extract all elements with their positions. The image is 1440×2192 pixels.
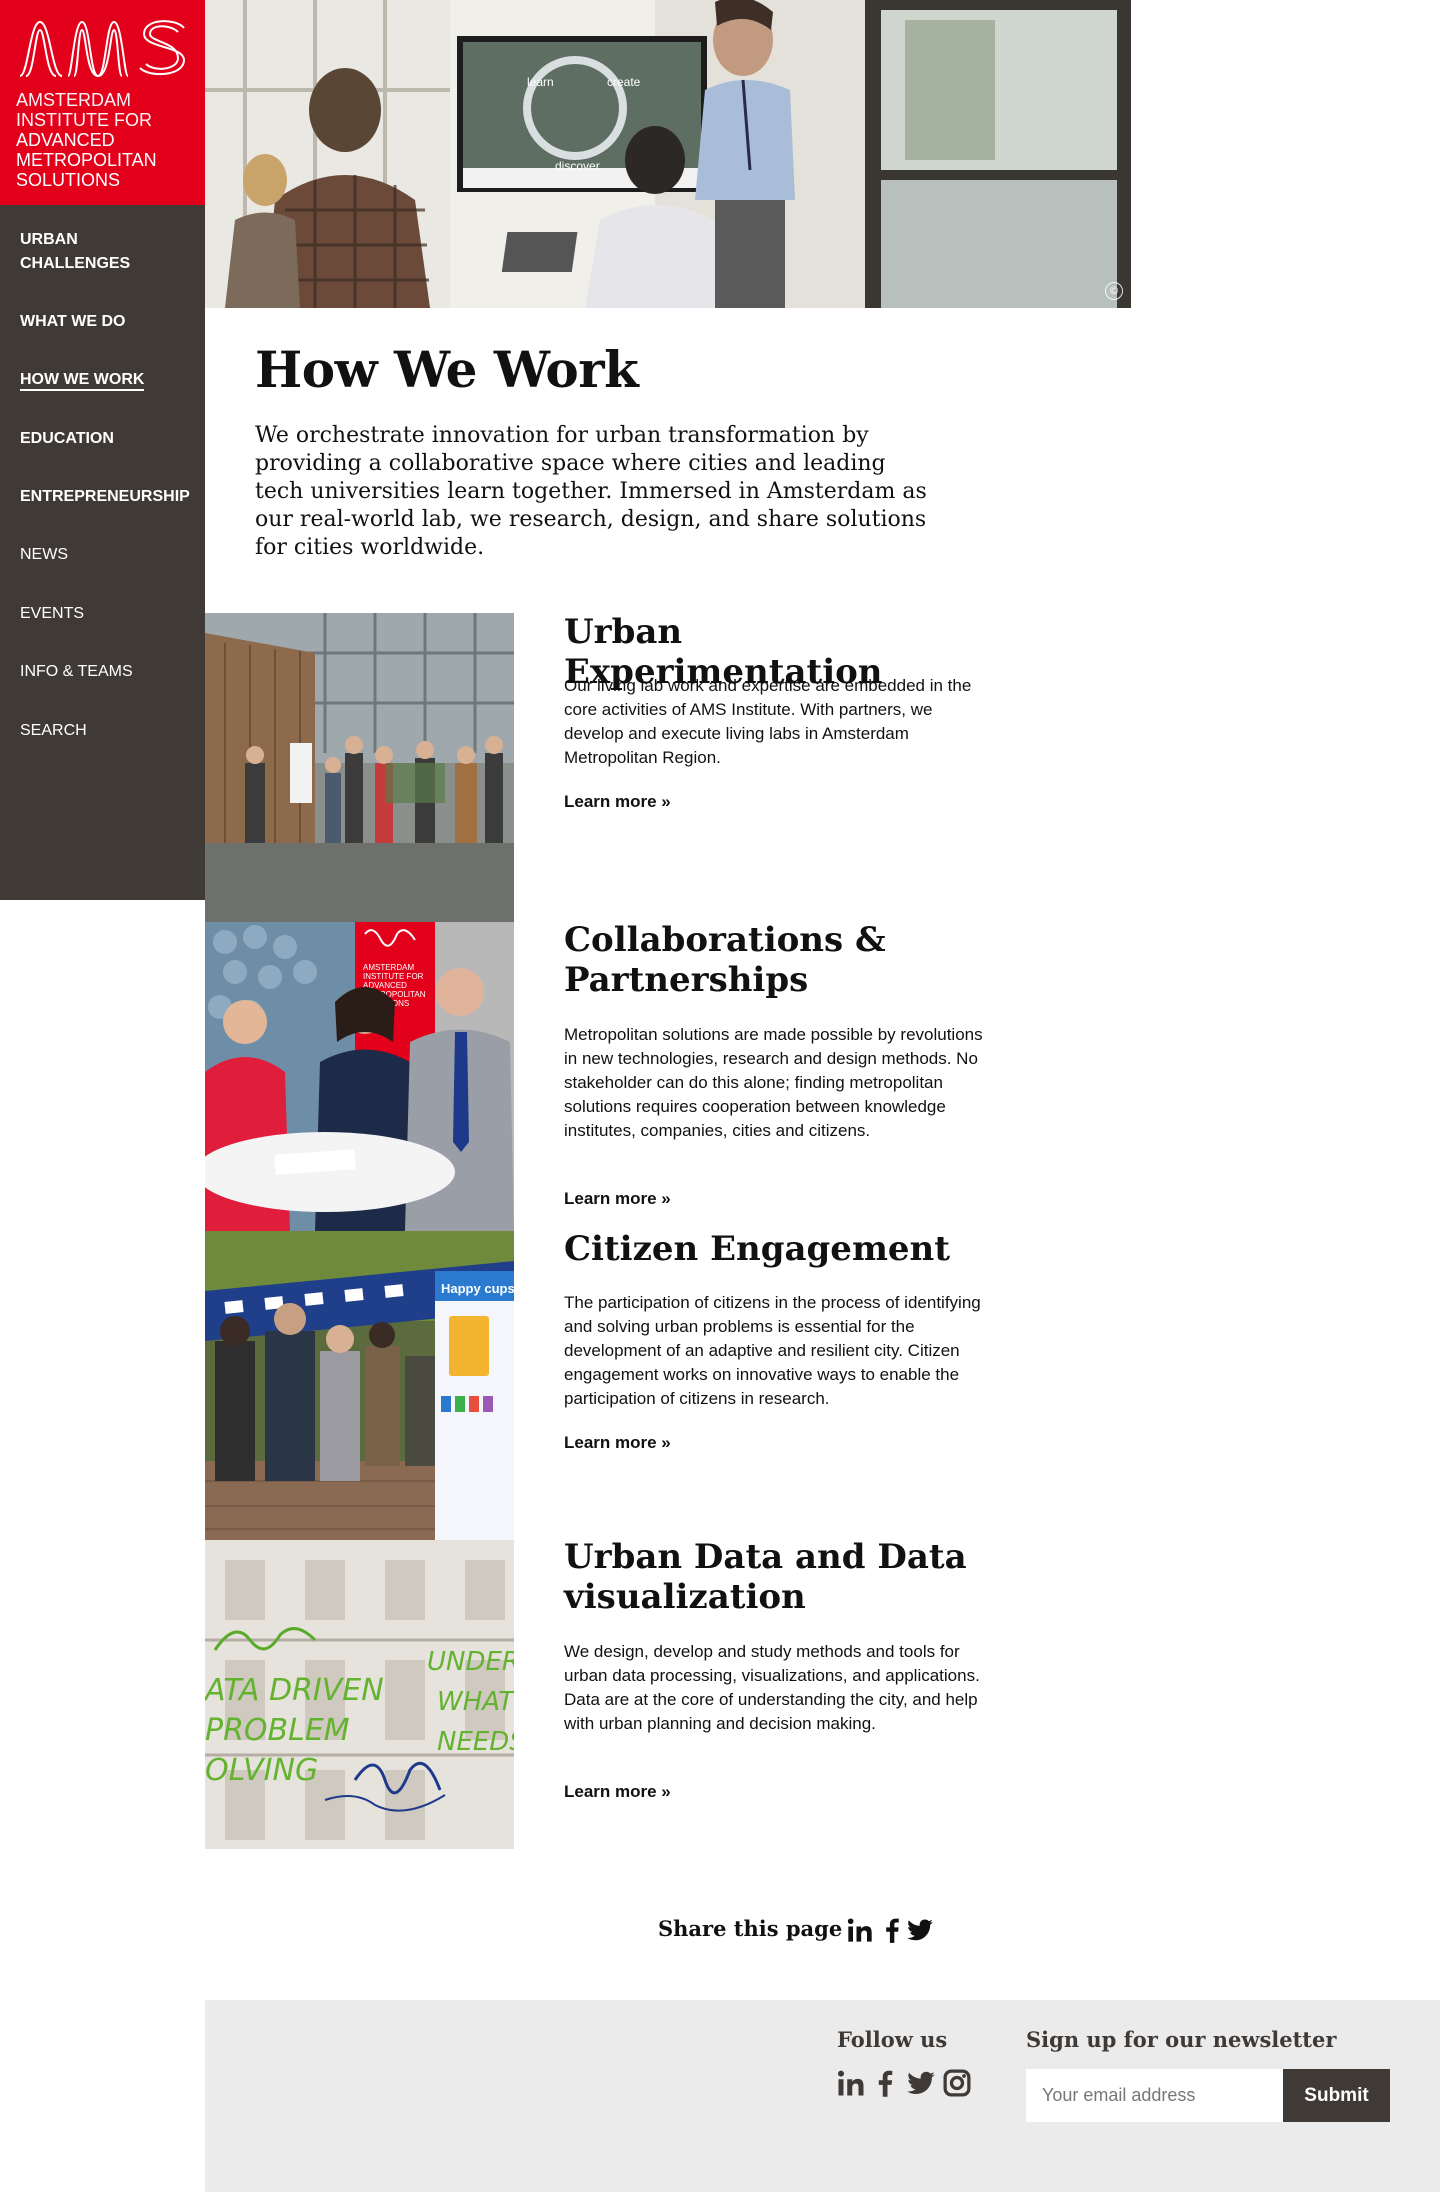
nav-item-label: EVENTS [20, 605, 85, 622]
instagram-icon[interactable] [942, 2068, 972, 2098]
image-logo-line: AMSTERDAM [363, 963, 414, 972]
ams-logo[interactable]: AMSTERDAM INSTITUTE FOR ADVANCED METROPO… [0, 0, 205, 205]
newsletter-title: Sign up for our newsletter [1026, 2027, 1337, 2052]
nav-item-what-we-do[interactable]: WHAT WE DO [0, 310, 145, 334]
nav-item-label: URBAN [20, 231, 78, 248]
nav-item-label: EDUCATION [20, 430, 114, 447]
email-field[interactable] [1026, 2069, 1283, 2122]
linkedin-icon[interactable] [846, 1916, 874, 1944]
image-word: NEEDS [437, 1727, 514, 1757]
image-word: WHAT [437, 1687, 514, 1717]
intro-text: We orchestrate innovation for urban tran… [255, 423, 927, 560]
screen-word: discover [555, 159, 600, 173]
ams-logo-mark [19, 20, 186, 78]
sidebar: AMSTERDAM INSTITUTE FOR ADVANCED METROPO… [0, 0, 205, 900]
image-word: OLVING [205, 1753, 318, 1788]
share-label: Share this page [658, 1916, 843, 1941]
section-title: Citizen Engagement [564, 1229, 950, 1269]
collaborations-illustration: AMSTERDAM INSTITUTE FOR ADVANCED METROPO… [205, 922, 514, 1231]
learn-more-link[interactable]: Learn more » [564, 1431, 671, 1455]
section-body: We design, develop and study methods and… [564, 1642, 980, 1733]
page-title: How We Work [255, 340, 639, 399]
hero-image: learn create discover © [205, 0, 1131, 308]
urban-data-image: ATA DRIVEN PROBLEM OLVING UNDERS WHAT NE… [205, 1540, 514, 1849]
section-title: Urban Data and Data visualization [564, 1537, 967, 1617]
logo-line: AMSTERDAM [16, 90, 132, 110]
twitter-icon[interactable] [906, 1916, 934, 1944]
image-logo-line: INSTITUTE FOR [363, 972, 424, 981]
copyright-icon: © [1105, 282, 1123, 300]
nav-item-search[interactable]: SEARCH [0, 719, 107, 743]
learn-more-link[interactable]: Learn more » [564, 1187, 671, 1211]
nav-item-label: SEARCH [20, 722, 87, 739]
nav-item-news[interactable]: NEWS [0, 543, 88, 567]
screen-word: learn [527, 75, 554, 89]
image-word: ATA DRIVEN [205, 1673, 384, 1708]
hero-illustration: learn create discover [205, 0, 1131, 308]
section-body: Metropolitan solutions are made possible… [564, 1025, 983, 1140]
nav-item-label: CHALLENGES [20, 255, 131, 272]
section-body: The participation of citizens in the pro… [564, 1293, 981, 1408]
logo-line: INSTITUTE FOR [16, 110, 152, 130]
urban-experimentation-image [205, 613, 514, 922]
urban-experimentation-illustration [205, 613, 514, 922]
facebook-icon[interactable] [870, 2068, 900, 2098]
nav-item-label: WHAT WE DO [20, 313, 126, 330]
collaborations-image: AMSTERDAM INSTITUTE FOR ADVANCED METROPO… [205, 922, 514, 1231]
logo-line: METROPOLITAN [16, 150, 157, 170]
logo-line: ADVANCED [16, 130, 115, 150]
nav-item-education[interactable]: EDUCATION [0, 427, 134, 451]
facebook-icon[interactable] [878, 1916, 906, 1944]
citizen-engagement-illustration: Happy cups [205, 1231, 514, 1540]
image-word: UNDERS [427, 1647, 514, 1677]
urban-data-illustration: ATA DRIVEN PROBLEM OLVING UNDERS WHAT NE… [205, 1540, 514, 1849]
image-word: PROBLEM [205, 1713, 350, 1748]
section-title: Collaborations & Partnerships [564, 920, 886, 1000]
nav-item-label: HOW WE WORK [20, 371, 145, 391]
citizen-engagement-image: Happy cups [205, 1231, 514, 1540]
section-body: Our living lab work and expertise are em… [564, 676, 972, 767]
submit-button[interactable]: Submit [1283, 2069, 1390, 2122]
twitter-icon[interactable] [906, 2068, 936, 2098]
screen-word: create [607, 75, 641, 89]
linkedin-icon[interactable] [836, 2068, 866, 2098]
follow-title: Follow us [837, 2027, 948, 2052]
logo-text: AMSTERDAM INSTITUTE FOR ADVANCED METROPO… [16, 90, 189, 190]
nav-item-entrepreneurship[interactable]: ENTREPRENEURSHIP [0, 485, 210, 509]
learn-more-link[interactable]: Learn more » [564, 1780, 671, 1804]
nav-item-events[interactable]: EVENTS [0, 602, 104, 626]
nav-item-info-teams[interactable]: INFO & TEAMS [0, 660, 153, 684]
nav-item-urban-challenges[interactable]: URBAN CHALLENGES [0, 228, 150, 276]
nav-item-label: INFO & TEAMS [20, 663, 133, 680]
nav-item-label: NEWS [20, 546, 68, 563]
nav-item-label: ENTREPRENEURSHIP [20, 488, 190, 505]
banner-text: Happy cups [441, 1281, 514, 1296]
learn-more-link[interactable]: Learn more » [564, 790, 671, 814]
nav-item-how-we-work[interactable]: HOW WE WORK [0, 368, 164, 392]
logo-line: SOLUTIONS [16, 170, 121, 190]
